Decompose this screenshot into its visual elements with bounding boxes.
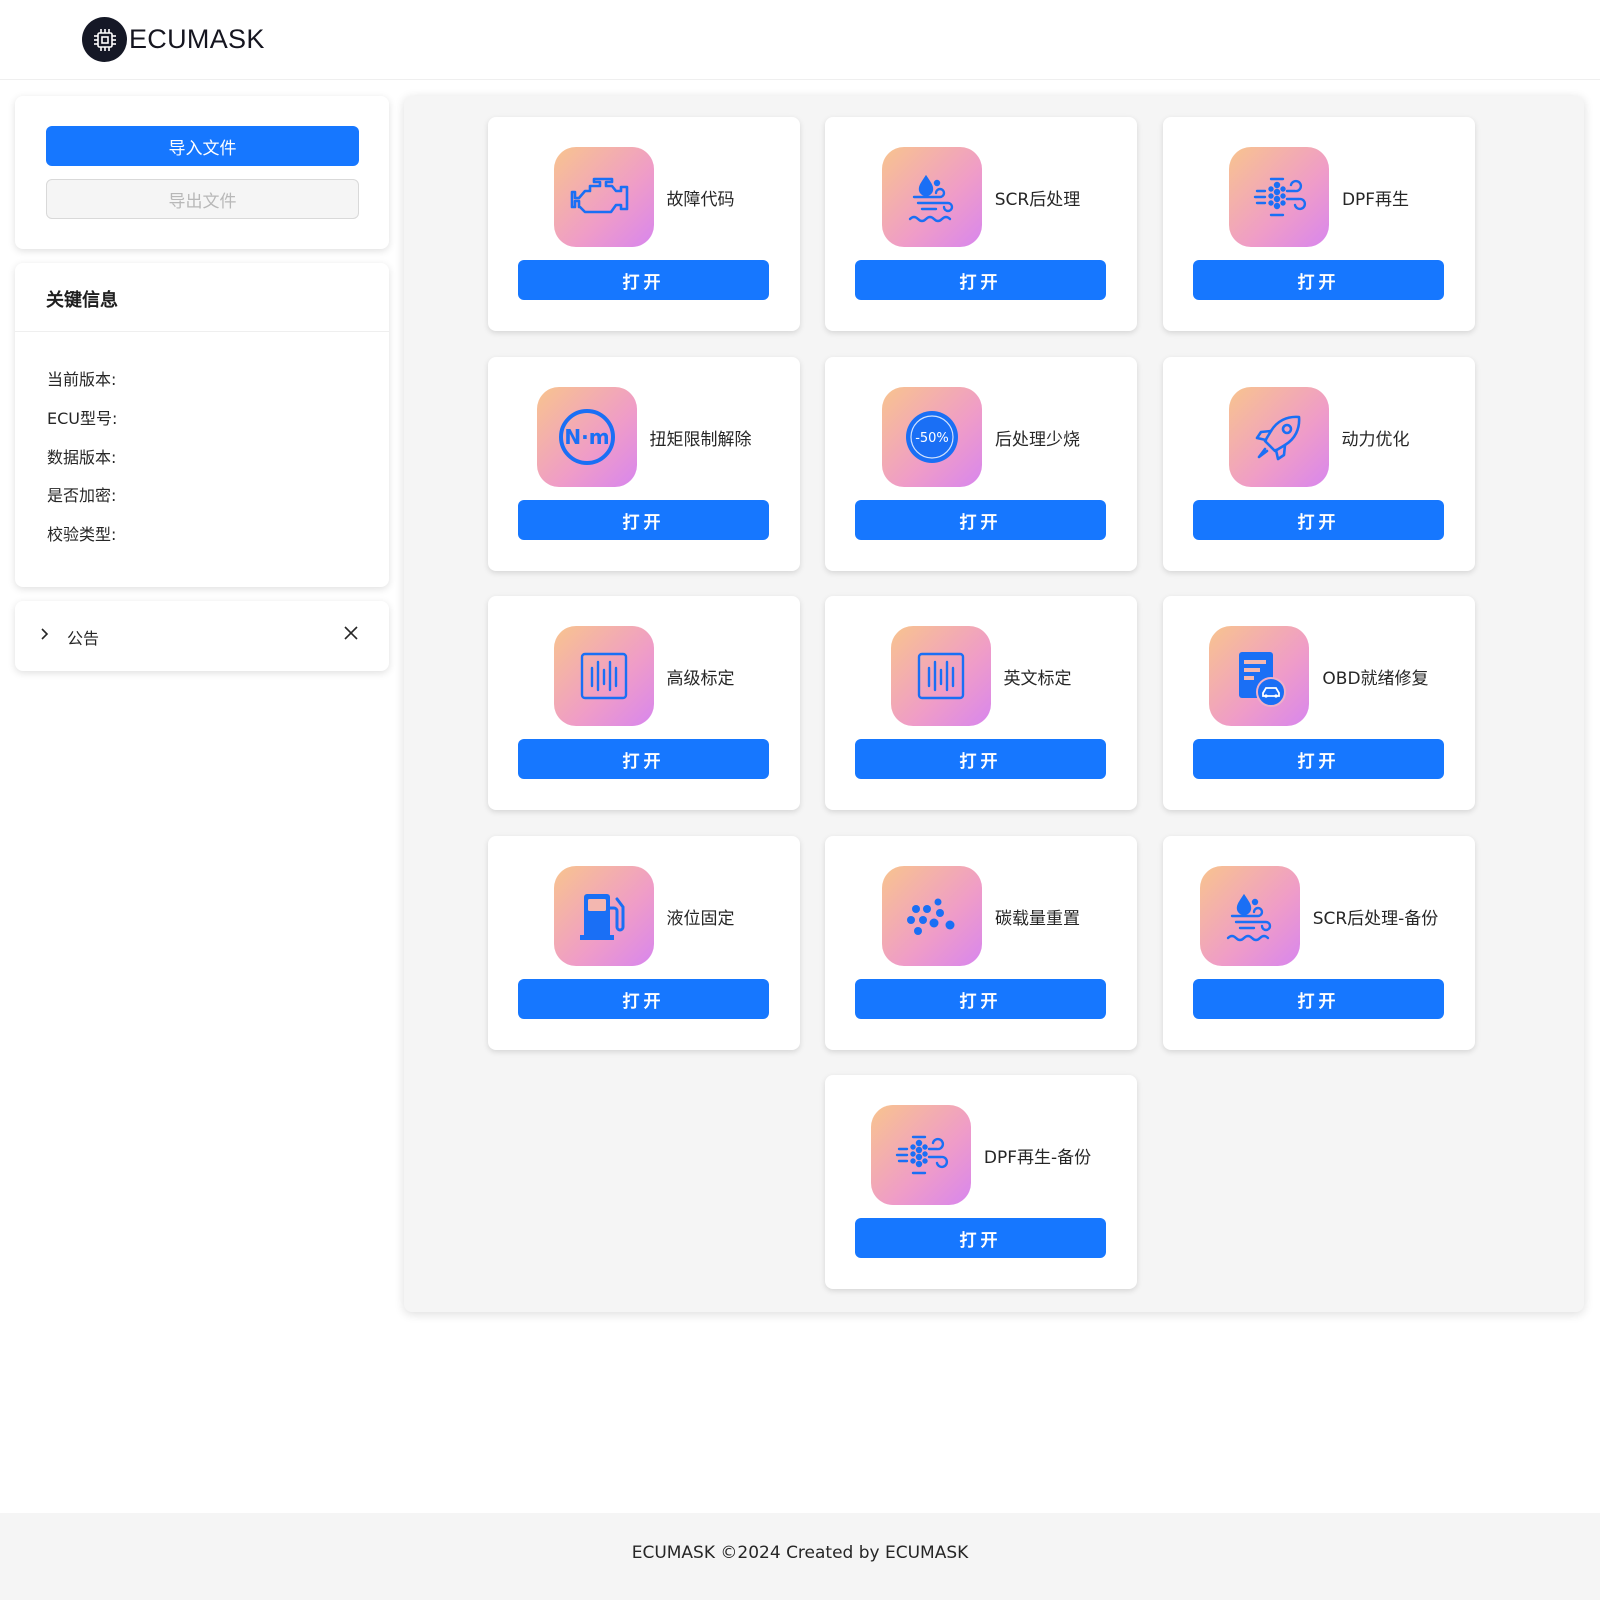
tile-label: DPF再生-备份	[983, 1147, 1092, 1168]
badge-text: -50%	[915, 431, 949, 446]
open-reduce-burn-button[interactable]: 打开	[855, 500, 1106, 540]
tile-label: 后处理少烧	[995, 429, 1080, 450]
info-row-checksum-type: 校验类型:	[47, 521, 116, 545]
notice-label: 公告	[67, 629, 100, 648]
open-english-calibration-button[interactable]: 打开	[855, 739, 1106, 779]
info-label: 校验类型:	[47, 525, 117, 544]
tile-label: 碳载量重置	[995, 908, 1080, 929]
info-row-data-version: 数据版本:	[47, 444, 116, 468]
close-icon[interactable]	[341, 623, 361, 647]
open-scr-button[interactable]: 打开	[855, 260, 1106, 300]
scr-fluid-icon	[881, 147, 982, 247]
engine-icon	[553, 147, 654, 247]
tile-label: SCR后处理-备份	[1312, 908, 1439, 929]
torque-nm-icon: N·m	[536, 387, 637, 487]
app-footer: ECUMASK ©2024 Created by ECUMASK	[0, 1513, 1600, 1600]
open-fault-code-button[interactable]: 打开	[518, 260, 769, 300]
info-row-ecu-model: ECU型号:	[47, 405, 117, 429]
tile-label: OBD就绪修复	[1322, 668, 1429, 689]
info-row-encrypted: 是否加密:	[47, 482, 116, 506]
tile-carbon-reset: 碳载量重置 打开	[825, 836, 1137, 1050]
open-scr-backup-button[interactable]: 打开	[1193, 979, 1444, 1019]
info-label: 是否加密:	[47, 486, 117, 505]
file-panel: 导入文件 导出文件	[15, 96, 389, 249]
nm-text: N·m	[564, 425, 609, 449]
tile-advanced-calibration: 高级标定 打开	[488, 596, 800, 810]
divider	[15, 331, 389, 332]
tile-english-calibration: 英文标定 打开	[825, 596, 1137, 810]
info-row-current-version: 当前版本:	[47, 366, 116, 390]
tile-label: 故障代码	[666, 189, 735, 210]
notice-collapse[interactable]: 公告	[15, 601, 389, 671]
minus-50-percent-icon: -50%	[882, 387, 982, 487]
tile-label: DPF再生	[1341, 189, 1410, 210]
tile-label: 动力优化	[1341, 429, 1410, 450]
info-label: ECU型号:	[47, 409, 118, 428]
chevron-right-icon[interactable]	[37, 622, 53, 650]
tile-torque-limit: N·m 扭矩限制解除 打开	[488, 357, 800, 571]
export-file-button[interactable]: 导出文件	[46, 179, 359, 219]
calibration-bars-icon	[553, 626, 654, 726]
dpf-filter-icon	[870, 1105, 971, 1205]
fuel-pump-icon	[553, 866, 654, 966]
tile-label: 高级标定	[666, 668, 735, 689]
open-dpf-button[interactable]: 打开	[1193, 260, 1444, 300]
tile-label: 液位固定	[666, 908, 735, 929]
open-level-fix-button[interactable]: 打开	[518, 979, 769, 1019]
open-torque-limit-button[interactable]: 打开	[518, 500, 769, 540]
tile-label: 英文标定	[1003, 668, 1072, 689]
rocket-icon	[1228, 387, 1329, 487]
open-advanced-calibration-button[interactable]: 打开	[518, 739, 769, 779]
logo-text: ECUMASK	[129, 24, 265, 54]
open-power-optimize-button[interactable]: 打开	[1193, 500, 1444, 540]
key-info-title: 关键信息	[46, 290, 118, 311]
carbon-dots-icon	[882, 866, 982, 966]
tile-power-optimize: 动力优化 打开	[1163, 357, 1475, 571]
import-file-button[interactable]: 导入文件	[46, 126, 359, 166]
tile-scr-backup: SCR后处理-备份 打开	[1163, 836, 1475, 1050]
scr-fluid-icon	[1199, 866, 1300, 966]
tile-reduce-burn: -50% 后处理少烧 打开	[825, 357, 1137, 571]
dpf-filter-icon	[1228, 147, 1329, 247]
logo[interactable]: ECUMASK	[82, 17, 265, 62]
tile-dpf: DPF再生 打开	[1163, 117, 1475, 331]
tile-fault-code: 故障代码 打开	[488, 117, 800, 331]
tile-obd-ready-fix: OBD就绪修复 打开	[1163, 596, 1475, 810]
obd-report-icon	[1209, 626, 1310, 726]
cpu-chip-icon	[82, 17, 127, 62]
tile-label: SCR后处理	[994, 189, 1081, 210]
calibration-bars-icon	[890, 626, 991, 726]
open-obd-ready-fix-button[interactable]: 打开	[1193, 739, 1444, 779]
function-grid-panel: 故障代码 打开 SCR后处理 打开 DPF再生 打开 N·m 扭矩限制解除 打开…	[404, 96, 1584, 1312]
tile-label: 扭矩限制解除	[649, 429, 752, 450]
tile-dpf-backup: DPF再生-备份 打开	[825, 1075, 1137, 1289]
tile-level-fix: 液位固定 打开	[488, 836, 800, 1050]
info-label: 数据版本:	[47, 448, 117, 467]
footer-text: ECUMASK ©2024 Created by ECUMASK	[631, 1543, 969, 1563]
tile-scr: SCR后处理 打开	[825, 117, 1137, 331]
open-dpf-backup-button[interactable]: 打开	[855, 1218, 1106, 1258]
app-header: ECUMASK	[0, 0, 1600, 80]
info-label: 当前版本:	[47, 370, 117, 389]
open-carbon-reset-button[interactable]: 打开	[855, 979, 1106, 1019]
key-info-panel: 关键信息 当前版本: ECU型号: 数据版本: 是否加密: 校验类型:	[15, 263, 389, 587]
